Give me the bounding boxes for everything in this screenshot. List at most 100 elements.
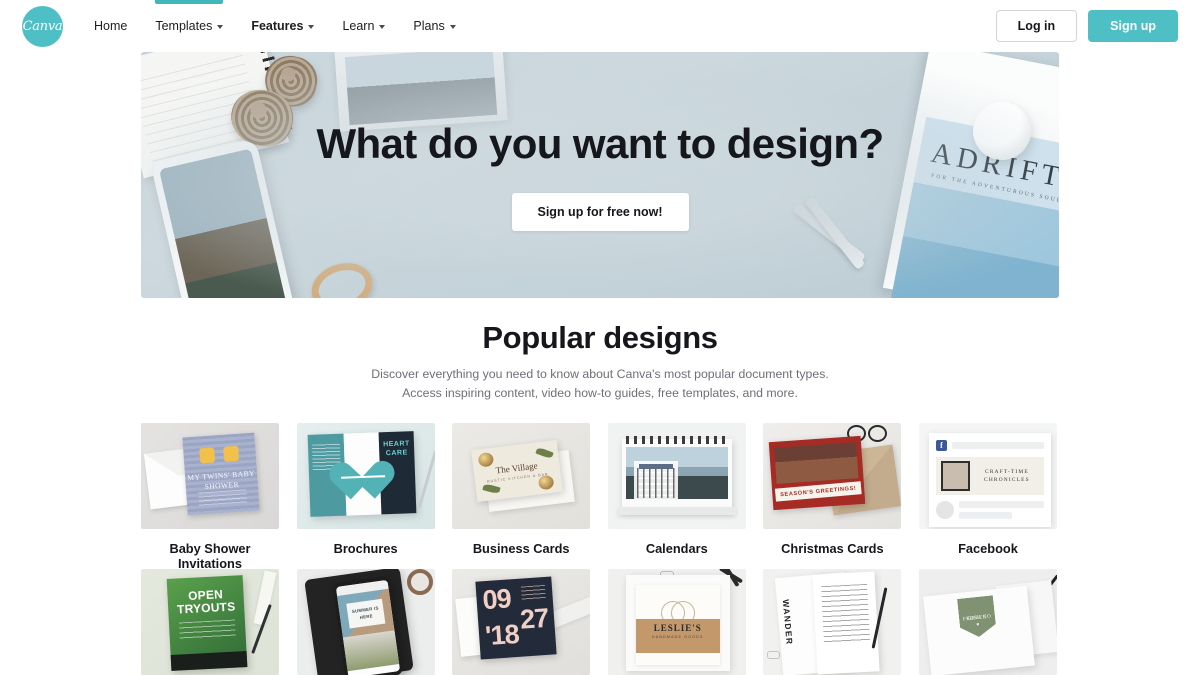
flyer-title-line2: TRYOUTS xyxy=(176,599,236,617)
facebook-mockup: f CRAFT-TIME CHRONICLES xyxy=(928,433,1051,528)
menu-subtitle: HANDMADE GOODS xyxy=(651,635,704,640)
invitation-date-month: 09 xyxy=(481,583,512,616)
calendar-art xyxy=(621,436,732,512)
facebook-post-thumb[interactable]: f CRAFT-TIME CHRONICLES xyxy=(918,423,1057,530)
business-card-thumb[interactable]: The Village RUSTIC KITCHEN & BAR xyxy=(452,423,591,530)
design-card[interactable]: HEART CARE Brochures xyxy=(296,423,435,569)
site-header: Canva Home Templates Features Learn Plan… xyxy=(0,0,1200,52)
nav-item-templates[interactable]: Templates xyxy=(141,0,237,52)
letterhead-title: WANDER xyxy=(781,599,796,646)
calendar-thumb[interactable] xyxy=(607,423,746,530)
christmas-card-art: SEASON'S GREETINGS! xyxy=(769,435,866,511)
watch-prop xyxy=(406,569,433,596)
brochure-art: HEART CARE xyxy=(307,431,416,517)
design-card[interactable]: GREEN FRESH CO ♥ xyxy=(918,569,1057,675)
card-label[interactable]: Baby Shower Invitations xyxy=(141,541,279,571)
post-image-secondary xyxy=(342,630,399,672)
placeholder-bar xyxy=(951,442,1044,450)
log-in-button[interactable]: Log in xyxy=(995,10,1078,42)
brochure-thumb[interactable]: HEART CARE xyxy=(296,423,435,530)
section-subtitle: Discover everything you need to know abo… xyxy=(371,367,829,401)
design-card[interactable]: 09 27 '18 xyxy=(452,569,591,675)
menu-card-thumb[interactable]: LESLIE'S HANDMADE GOODS xyxy=(607,569,746,675)
logo-card-thumb[interactable]: GREEN FRESH CO ♥ xyxy=(918,569,1057,675)
baby-shower-invitation-thumb[interactable]: MY TWINS' BABY SHOWER xyxy=(141,423,279,530)
menu-card-art: LESLIE'S HANDMADE GOODS xyxy=(635,585,720,666)
chevron-down-icon xyxy=(217,25,224,29)
popular-designs-section: Popular designs Discover everything you … xyxy=(0,298,1200,675)
cover-title: CRAFT-TIME CHRONICLES xyxy=(984,468,1030,484)
post-image: SUMMER IS HERE xyxy=(336,588,395,638)
invitation-thumb[interactable]: 09 27 '18 xyxy=(452,569,591,675)
greeting-banner: SEASON'S GREETINGS! xyxy=(775,481,863,502)
business-card-front: The Village RUSTIC KITCHEN & BAR xyxy=(471,440,564,503)
flyer-title: OPEN TRYOUTS xyxy=(167,587,244,617)
post-text: SUMMER IS HERE xyxy=(345,598,386,629)
christmas-card-thumb[interactable]: SEASON'S GREETINGS! xyxy=(763,423,902,530)
placeholder-stack xyxy=(958,501,1044,520)
nav-item-features[interactable]: Features xyxy=(237,0,328,52)
card-label[interactable]: Christmas Cards xyxy=(763,541,901,569)
card-label[interactable]: Business Cards xyxy=(452,541,590,569)
nav-label-plans: Plans xyxy=(413,19,445,33)
hero-wrapper: ADRIFT FOR THE ADVENTUROUS SOUL What do … xyxy=(0,52,1200,298)
hero-signup-button[interactable]: Sign up for free now! xyxy=(511,192,689,231)
main-navigation: Home Templates Features Learn Plans xyxy=(80,0,470,52)
nav-label-learn: Learn xyxy=(342,19,375,33)
invitation-date-day: 27 xyxy=(519,602,550,635)
instagram-phone-thumb[interactable]: SUMMER IS HERE xyxy=(296,569,435,675)
placeholder-bar xyxy=(958,512,1012,520)
design-card[interactable]: OPEN TRYOUTS xyxy=(141,569,279,675)
family-photo xyxy=(774,442,859,484)
design-card[interactable]: SEASON'S GREETINGS! Christmas Cards xyxy=(763,423,902,569)
calendar-base xyxy=(617,507,736,516)
letterhead-thumb[interactable]: WANDER xyxy=(763,569,902,675)
chevron-down-icon xyxy=(379,25,386,29)
design-card[interactable]: SUMMER IS HERE xyxy=(296,569,435,675)
invitation-art: 09 27 '18 xyxy=(475,576,557,660)
leaf-icon xyxy=(482,483,501,495)
flyer-art: OPEN TRYOUTS xyxy=(166,575,248,672)
hero-banner: ADRIFT FOR THE ADVENTUROUS SOUL What do … xyxy=(141,52,1059,298)
letter-text-lines xyxy=(821,583,871,645)
heart-icon xyxy=(339,462,384,504)
header-actions: Log in Sign up xyxy=(995,10,1178,42)
nav-item-learn[interactable]: Learn xyxy=(328,0,399,52)
onesie-icon xyxy=(223,445,240,462)
canva-logo-icon[interactable]: Canva xyxy=(22,5,63,47)
cover-photo xyxy=(940,461,970,492)
flyer-footer xyxy=(170,651,248,672)
invitation-art: MY TWINS' BABY SHOWER xyxy=(182,432,260,516)
menu-band: LESLIE'S HANDMADE GOODS xyxy=(635,619,720,654)
nav-label-templates: Templates xyxy=(155,19,213,33)
card-label[interactable]: Brochures xyxy=(297,541,435,569)
design-card[interactable]: MY TWINS' BABY SHOWER Baby Shower Invita… xyxy=(141,423,279,571)
facebook-cover-image: CRAFT-TIME CHRONICLES xyxy=(935,457,1044,496)
spiral-binding-icon xyxy=(625,436,728,445)
facebook-header-row: f xyxy=(935,440,1044,452)
tray-prop: LESLIE'S HANDMADE GOODS xyxy=(625,575,730,672)
design-card[interactable]: WANDER xyxy=(763,569,902,675)
nav-item-plans[interactable]: Plans xyxy=(399,0,469,52)
flyer-detail-lines xyxy=(178,619,236,641)
leaf-icon xyxy=(535,446,554,460)
menu-title: LESLIE'S xyxy=(653,623,702,634)
chevron-down-icon xyxy=(449,25,456,29)
active-tab-indicator xyxy=(155,0,224,4)
design-card[interactable]: Calendars xyxy=(607,423,746,569)
greeting-text: SEASON'S GREETINGS! xyxy=(780,485,858,498)
card-label[interactable]: Facebook xyxy=(919,541,1057,569)
invitation-detail-lines xyxy=(198,489,248,507)
card-label[interactable]: Calendars xyxy=(608,541,746,569)
paperclip-icon xyxy=(767,651,781,660)
pen-prop xyxy=(417,449,435,509)
flyer-thumb[interactable]: OPEN TRYOUTS xyxy=(141,569,279,675)
phone-screen: SUMMER IS HERE xyxy=(335,579,400,675)
calendar-month-grid xyxy=(633,461,678,502)
design-card[interactable]: LESLIE'S HANDMADE GOODS xyxy=(607,569,746,675)
logo-badge-text: GREEN FRESH CO xyxy=(958,604,995,616)
design-card[interactable]: f CRAFT-TIME CHRONICLES Facebook xyxy=(918,423,1057,569)
design-card[interactable]: The Village RUSTIC KITCHEN & BAR Busines… xyxy=(452,423,591,569)
sign-up-button[interactable]: Sign up xyxy=(1088,10,1178,42)
nav-item-home[interactable]: Home xyxy=(80,0,141,52)
